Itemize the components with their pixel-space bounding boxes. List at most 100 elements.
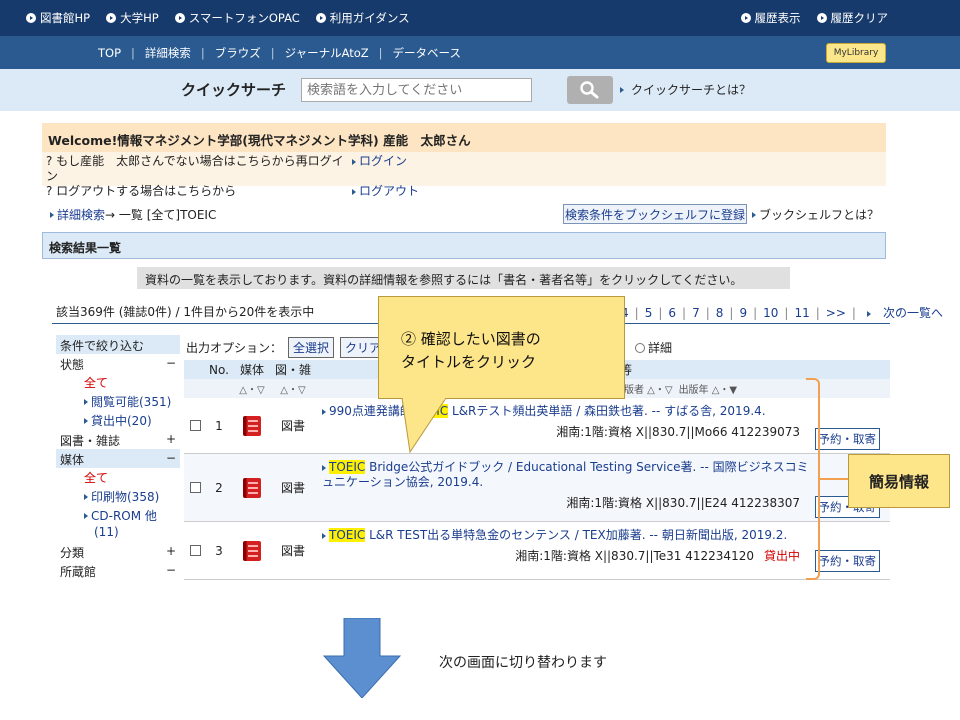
quick-search-about-link[interactable]: クイックサーチとは？ bbox=[620, 81, 751, 98]
lent-status: 貸出中 bbox=[763, 549, 800, 563]
pager: 4| 5| 6| 7| 8| 9| 10| 11| >>| 次の一覧へ bbox=[618, 304, 949, 321]
book-icon bbox=[243, 415, 261, 436]
triangle-right-icon bbox=[322, 465, 326, 471]
row-title-link[interactable]: TOEIC Bridge公式ガイドブック / Educational Testi… bbox=[322, 454, 890, 490]
sort-media[interactable]: △・▽ bbox=[232, 381, 272, 396]
filter-books-magazines[interactable]: 図書・雑誌 + bbox=[56, 430, 180, 449]
page-link[interactable]: 10 bbox=[760, 306, 781, 320]
arrow-circle-icon bbox=[740, 13, 751, 23]
collapse-icon[interactable]: − bbox=[166, 451, 176, 466]
filter-status-available[interactable]: 閲覧可能(351) bbox=[56, 392, 180, 411]
logout-text: ? ログアウトする場合はこちらから bbox=[46, 184, 237, 198]
filter-sidebar: 条件で絞り込む 状態 − 全て 閲覧可能(351) 貸出中(20) 図書・雑誌 + … bbox=[56, 335, 180, 581]
page-link[interactable]: 8 bbox=[713, 306, 727, 320]
filter-status-all[interactable]: 全て bbox=[56, 373, 180, 392]
sort-type[interactable]: △・▽ bbox=[272, 381, 314, 396]
bookshelf-about-link[interactable]: ブックシェルフとは？ bbox=[752, 206, 879, 223]
arrow-circle-icon bbox=[315, 13, 326, 23]
smartphone-opac-link[interactable]: スマートフォンOPAC bbox=[174, 10, 300, 26]
filter-media-print[interactable]: 印刷物(358) bbox=[56, 487, 180, 506]
history-show-link[interactable]: 履歴表示 bbox=[740, 10, 801, 26]
output-options: 出力オプション： 全選択 クリア bbox=[186, 337, 387, 358]
next-list-link[interactable]: 次の一覧へ bbox=[859, 304, 949, 321]
triangle-right-icon bbox=[352, 159, 356, 165]
mylibrary-button[interactable]: MyLibrary bbox=[826, 43, 886, 63]
top-bar: 図書館HP 大学HP スマートフォンOPAC 利用ガイダンス 履歴表示 履歴クリ… bbox=[0, 0, 960, 36]
library-hp-link[interactable]: 図書館HP bbox=[26, 10, 90, 26]
collapse-icon[interactable]: − bbox=[166, 356, 176, 371]
triangle-right-icon bbox=[866, 311, 877, 317]
filter-media[interactable]: 媒体 − bbox=[56, 449, 180, 468]
page-link[interactable]: 7 bbox=[689, 306, 703, 320]
header-media: 媒体 bbox=[239, 363, 264, 377]
select-all-button[interactable]: 全選択 bbox=[288, 337, 335, 358]
arrow-circle-icon bbox=[26, 13, 36, 23]
row-type: 図書 bbox=[280, 481, 305, 495]
filter-status[interactable]: 状態 − bbox=[56, 354, 180, 373]
page-link[interactable]: 9 bbox=[736, 306, 750, 320]
filter-library[interactable]: 所蔵館 − bbox=[56, 561, 180, 580]
arrow-circle-icon bbox=[174, 13, 185, 23]
history-clear-link[interactable]: 履歴クリア bbox=[816, 10, 888, 26]
triangle-right-icon bbox=[322, 533, 326, 539]
guidance-link[interactable]: 利用ガイダンス bbox=[315, 10, 410, 26]
row-number: 1 bbox=[215, 418, 223, 433]
row-type: 図書 bbox=[280, 419, 305, 433]
search-button[interactable] bbox=[567, 76, 613, 104]
search-icon bbox=[580, 81, 599, 99]
page-link[interactable]: 6 bbox=[665, 306, 679, 320]
relogin-text: ? もし産能 太郎さんでない場合はこちらから再ログイン bbox=[46, 154, 344, 183]
university-hp-link[interactable]: 大学HP bbox=[106, 10, 159, 26]
triangle-right-icon bbox=[752, 211, 756, 218]
book-icon bbox=[243, 477, 261, 498]
summary-info-label: 簡易情報 bbox=[848, 454, 950, 508]
nav-top[interactable]: TOP bbox=[88, 46, 131, 60]
logout-link[interactable]: ログアウト bbox=[352, 184, 419, 199]
filter-classification[interactable]: 分類 + bbox=[56, 542, 180, 561]
nav-database[interactable]: データベース bbox=[383, 45, 471, 61]
table-row: 1 図書 990点連発講師TOEIC L&Rテスト頻出英単語 / 森田鉄也著. … bbox=[184, 398, 890, 454]
page-link[interactable]: 5 bbox=[642, 306, 656, 320]
page-link-forward[interactable]: >> bbox=[823, 306, 849, 320]
book-icon bbox=[243, 540, 261, 561]
breadcrumb-advanced-search-link[interactable]: 詳細検索 bbox=[57, 206, 105, 223]
filter-media-cdrom[interactable]: CD-ROM 他 bbox=[56, 506, 180, 525]
nav-browse[interactable]: ブラウズ bbox=[205, 45, 271, 61]
page-link[interactable]: 11 bbox=[791, 306, 812, 320]
quick-search-bar: クイックサーチ クイックサーチとは？ bbox=[0, 69, 960, 111]
sort-year[interactable]: 出版年 △・▼ bbox=[679, 381, 738, 396]
nav-advanced-search[interactable]: 詳細検索 bbox=[135, 45, 201, 61]
row-checkbox[interactable] bbox=[189, 482, 201, 493]
main-nav: TOP | 詳細検索 | ブラウズ | ジャーナルAtoZ | データベース bbox=[0, 36, 960, 69]
row-checkbox[interactable] bbox=[189, 545, 201, 556]
quick-search-input[interactable] bbox=[301, 78, 532, 102]
expand-icon[interactable]: + bbox=[166, 544, 176, 559]
triangle-right-icon bbox=[84, 512, 88, 519]
down-arrow-icon bbox=[322, 618, 402, 698]
nav-journal-atoz[interactable]: ジャーナルAtoZ bbox=[275, 45, 379, 61]
login-link[interactable]: ログイン bbox=[352, 154, 407, 184]
detail-mode-label[interactable]: 詳細 bbox=[648, 339, 672, 356]
row-type: 図書 bbox=[280, 544, 305, 558]
bookshelf-register-button[interactable]: 検索条件をブックシェルフに登録 bbox=[563, 204, 747, 224]
reserve-button[interactable]: 予約・取寄 bbox=[814, 428, 880, 450]
expand-icon[interactable]: + bbox=[166, 432, 176, 447]
callout-tail bbox=[401, 398, 447, 454]
row-checkbox[interactable] bbox=[189, 420, 201, 431]
next-screen-note: 次の画面に切り替わります bbox=[439, 655, 607, 671]
filter-status-lent[interactable]: 貸出中(20) bbox=[56, 411, 180, 430]
collapse-icon[interactable]: − bbox=[166, 563, 176, 578]
quick-search-label: クイックサーチ bbox=[181, 81, 287, 99]
row-title-link[interactable]: TOEIC L&R TEST出る単特急金のセンテンス / TEX加藤著. -- … bbox=[322, 522, 890, 543]
welcome-message: Welcome!情報マネジメント学部(現代マネジメント学科) 産能 太郎さん bbox=[42, 123, 886, 152]
results-header: 検索結果一覧 bbox=[42, 232, 886, 259]
filter-header: 条件で絞り込む bbox=[56, 335, 180, 354]
filter-media-all[interactable]: 全て bbox=[56, 468, 180, 487]
detail-radio[interactable] bbox=[635, 342, 646, 353]
breadcrumb: 詳細検索 → 一覧 [全て]TOEIC bbox=[50, 206, 216, 223]
table-row: 3 図書 TOEIC L&R TEST出る単特急金のセンテンス / TEX加藤著… bbox=[184, 522, 890, 580]
callout-line-2: タイトルをクリック bbox=[401, 353, 537, 371]
reserve-button[interactable]: 予約・取寄 bbox=[814, 550, 880, 572]
row-holding: 湘南:1階:資格 X||830.7||Mo66 412239073 bbox=[556, 425, 800, 439]
triangle-right-icon bbox=[84, 417, 88, 424]
